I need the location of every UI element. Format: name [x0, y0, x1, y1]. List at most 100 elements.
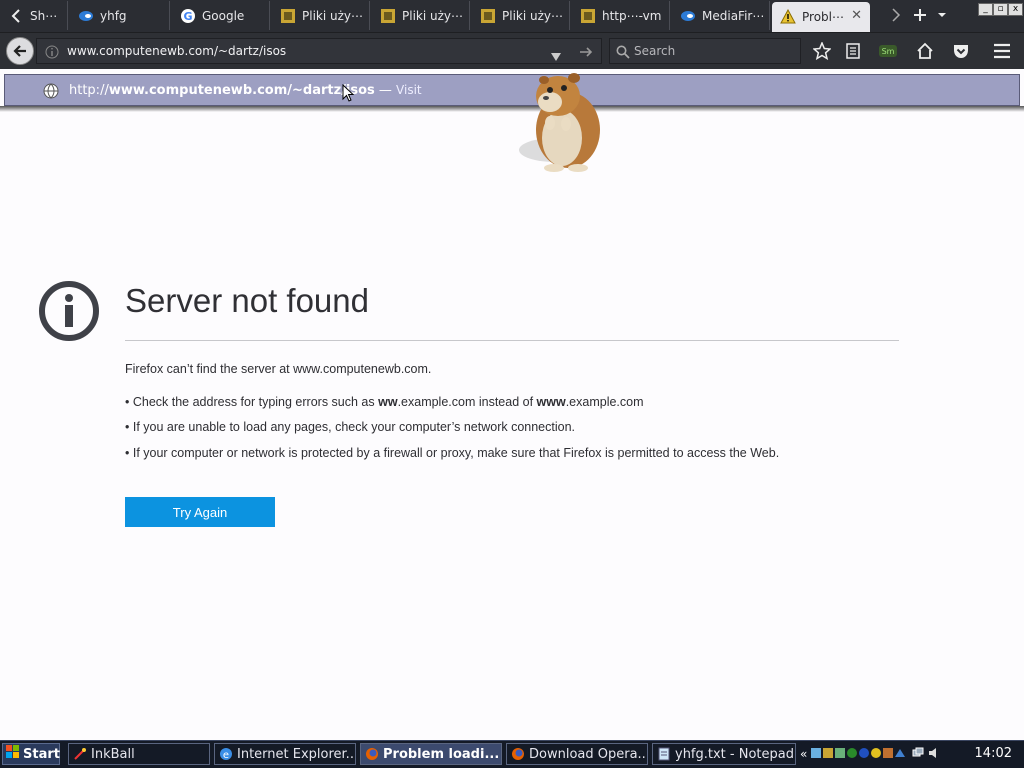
tab-1[interactable]: yhfg — [70, 1, 170, 30]
tray-app-icon[interactable] — [834, 747, 846, 762]
clock[interactable]: 14:02 — [975, 746, 1012, 761]
go-arrow-icon[interactable] — [579, 44, 593, 63]
pocket-icon[interactable] — [951, 41, 971, 61]
reading-list-icon[interactable] — [843, 41, 863, 61]
tray-chevron[interactable]: « — [800, 747, 807, 761]
tray-app-icon[interactable] — [822, 747, 834, 762]
mouse-cursor-icon — [342, 83, 355, 106]
tab-0[interactable]: Sh⋯ — [0, 1, 68, 30]
site-icon — [280, 8, 296, 24]
warning-icon — [780, 9, 796, 25]
tray-app-icon[interactable] — [882, 747, 894, 762]
page-title: Server not found — [125, 282, 369, 319]
tray-app-icon[interactable] — [858, 747, 870, 762]
new-tab-icon[interactable] — [910, 5, 930, 25]
bullet-1-bold-www: www — [536, 395, 566, 409]
task-firefox-problem-loading[interactable]: Problem loadi... — [360, 743, 502, 765]
site-icon — [580, 8, 596, 24]
start-label: Start — [23, 746, 60, 762]
back-button[interactable] — [6, 37, 34, 65]
tab-label: yhfg — [100, 8, 127, 23]
suggestion-separator: — — [374, 83, 397, 98]
scroll-tabs-right-icon[interactable] — [886, 5, 906, 25]
task-notepad[interactable]: yhfg.txt - Notepad — [652, 743, 796, 765]
tab-label: Pliki uży⋯ — [502, 8, 564, 23]
svg-text:Sm: Sm — [882, 47, 895, 56]
inkball-icon — [73, 747, 87, 761]
bookmark-star-icon[interactable] — [812, 41, 832, 61]
chevron-left-icon[interactable] — [8, 8, 24, 24]
task-label: Problem loadi... — [383, 746, 500, 762]
arrow-left-icon — [13, 45, 26, 57]
task-label: Internet Explorer... — [237, 746, 356, 762]
close-window-icon[interactable]: x — [1008, 3, 1023, 16]
minimize-icon[interactable]: _ — [978, 3, 993, 16]
bullet-1-bold-ww: ww — [378, 395, 398, 409]
site-icon — [480, 8, 496, 24]
volume-icon[interactable] — [928, 747, 940, 762]
bullet-1-text-c: .example.com instead of — [397, 395, 537, 409]
search-placeholder: Search — [634, 44, 676, 58]
task-internet-explorer[interactable]: e Internet Explorer... — [214, 743, 356, 765]
site-icon — [380, 8, 396, 24]
tab-label: Pliki uży⋯ — [302, 8, 364, 23]
suggestion-url-prefix: http:// — [69, 83, 109, 98]
tray-app-icon[interactable] — [846, 747, 858, 762]
svg-text:G: G — [183, 10, 192, 23]
tab-label: Pliki uży⋯ — [402, 8, 464, 23]
url-bar[interactable]: www.computenewb.com/~dartz/isos — [36, 38, 602, 64]
bullet-1-text-a: • Check the address for typing errors su… — [125, 395, 379, 409]
tab-4[interactable]: Pliki uży⋯ — [372, 1, 470, 30]
list-tabs-icon[interactable] — [932, 5, 952, 25]
tab-5[interactable]: Pliki uży⋯ — [472, 1, 570, 30]
tab-2[interactable]: G Google — [172, 1, 270, 30]
suggestion-bullet-1: • Check the address for typing errors su… — [125, 395, 644, 409]
start-button[interactable]: Start — [2, 743, 60, 765]
suggestion-bullet-3: • If your computer or network is protect… — [125, 446, 780, 460]
task-label: InkBall — [91, 746, 135, 762]
task-download-opera[interactable]: Download Opera... — [506, 743, 648, 765]
bullet-1-text-e: .example.com — [565, 395, 644, 409]
suggestion-visit-label: Visit — [396, 83, 422, 97]
navigation-bar: www.computenewb.com/~dartz/isos Search S… — [0, 32, 1024, 69]
windows-logo-icon — [6, 745, 20, 763]
info-icon[interactable] — [45, 44, 59, 63]
tab-label: Google — [202, 8, 245, 23]
tab-6[interactable]: http⋯-vm — [572, 1, 670, 30]
task-label: Download Opera... — [529, 746, 648, 762]
home-icon[interactable] — [915, 41, 935, 61]
dropdown-icon[interactable] — [551, 47, 561, 66]
suggestion-url-host: www.computenewb.com/~dartz/isos — [108, 83, 375, 98]
tray-app-icon[interactable] — [870, 747, 882, 762]
suggestion-bullet-2: • If you are unable to load any pages, c… — [125, 420, 576, 434]
restore-icon[interactable]: ▫ — [993, 3, 1008, 16]
tab-7[interactable]: MediaFir⋯ — [672, 1, 770, 30]
task-label: yhfg.txt - Notepad — [675, 746, 794, 762]
search-input[interactable]: Search — [609, 38, 801, 64]
tab-label: http⋯-vm — [602, 8, 662, 23]
globe-icon — [43, 83, 59, 103]
tray-app-icon[interactable] — [810, 747, 822, 762]
internet-explorer-icon: e — [219, 747, 233, 761]
close-tab-icon[interactable]: ✕ — [851, 8, 862, 23]
hamster-mascot — [510, 68, 610, 176]
tab-8-active[interactable]: Probl⋯ ✕ — [772, 2, 870, 32]
mediafire-icon — [680, 8, 696, 24]
tray-app-icon[interactable] — [894, 747, 906, 762]
network-icon[interactable] — [912, 747, 924, 762]
search-icon — [616, 44, 630, 63]
try-again-button[interactable]: Try Again — [125, 497, 275, 527]
divider — [125, 340, 899, 341]
url-text[interactable]: www.computenewb.com/~dartz/isos — [67, 44, 286, 58]
tab-3[interactable]: Pliki uży⋯ — [272, 1, 370, 30]
tab-label: Sh⋯ — [30, 8, 58, 23]
mediafire-icon — [78, 8, 94, 24]
extension-icon[interactable]: Sm — [878, 41, 898, 61]
tab-strip: Sh⋯ yhfg G Google Pliki uży⋯ Pliki uży⋯ … — [0, 0, 1024, 32]
task-inkball[interactable]: InkBall — [68, 743, 210, 765]
error-message: Firefox can’t find the server at www.com… — [125, 362, 432, 376]
info-icon — [38, 280, 100, 342]
svg-text:e: e — [223, 750, 229, 761]
google-icon: G — [180, 8, 196, 24]
menu-icon[interactable] — [992, 41, 1012, 61]
